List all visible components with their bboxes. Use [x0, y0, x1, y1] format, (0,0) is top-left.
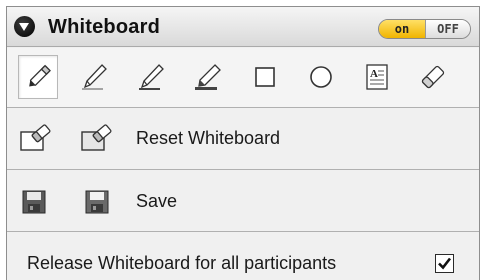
release-whiteboard-checkbox[interactable]	[435, 254, 454, 273]
tool-ellipse[interactable]	[301, 55, 341, 99]
panel-header: Whiteboard on OFF	[7, 7, 479, 47]
checkmark-icon	[438, 257, 452, 270]
release-whiteboard-label: Release Whiteboard for all participants	[27, 253, 337, 273]
tool-pen-thin[interactable]	[74, 55, 114, 99]
square-icon	[255, 67, 275, 87]
tool-pen-medium[interactable]	[131, 55, 171, 99]
drawing-toolbar: A	[7, 48, 479, 108]
svg-text:A: A	[370, 68, 378, 80]
board-eraser-icon[interactable]	[80, 124, 112, 159]
reset-whiteboard-label[interactable]: Reset Whiteboard	[136, 128, 280, 149]
eraser-pencil-icon	[29, 64, 51, 87]
toggle-off-segment[interactable]: OFF	[426, 20, 470, 38]
tool-rectangle[interactable]	[245, 55, 285, 99]
tool-marker[interactable]	[188, 55, 228, 99]
release-whiteboard-row: Release Whiteboard for all participants	[7, 233, 479, 280]
tool-text[interactable]: A	[357, 55, 397, 99]
board-eraser-icon[interactable]	[19, 124, 51, 159]
marker-icon	[195, 64, 221, 90]
text-icon: A	[366, 64, 388, 90]
pen-icon	[82, 64, 107, 90]
pen-icon	[139, 64, 164, 90]
toggle-on-segment[interactable]: on	[379, 20, 426, 38]
tool-eraser-pointer[interactable]	[18, 55, 58, 99]
floppy-disk-icon[interactable]	[22, 190, 46, 219]
eraser-icon	[421, 65, 445, 89]
save-row[interactable]: Save	[7, 171, 479, 232]
whiteboard-panel: Whiteboard on OFF A Reset Whiteboard Sav…	[6, 6, 480, 280]
reset-whiteboard-row[interactable]: Reset Whiteboard	[7, 109, 479, 170]
on-off-toggle[interactable]: on OFF	[378, 19, 471, 39]
tool-eraser[interactable]	[413, 55, 453, 99]
circle-icon	[310, 66, 332, 88]
floppy-disk-icon[interactable]	[85, 190, 109, 219]
save-label[interactable]: Save	[136, 191, 177, 212]
panel-title: Whiteboard	[48, 16, 160, 38]
collapse-arrow-icon[interactable]	[14, 16, 35, 37]
